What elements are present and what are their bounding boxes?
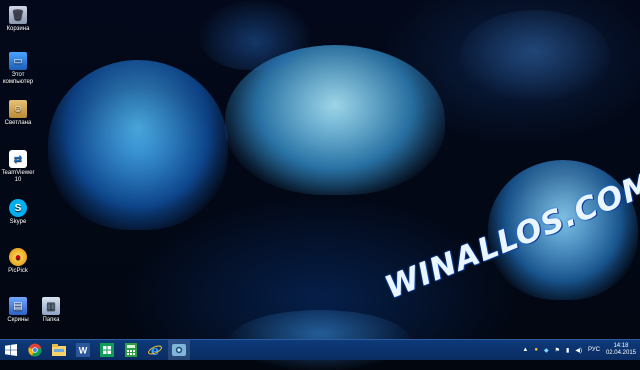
taskbar: W e ▲ ● ◆ ⚑ ▮ ◀) РУС 14:18 02.04.2015	[0, 339, 640, 360]
desktop-icon-this-pc[interactable]: ▭ Этот компьютер	[1, 52, 35, 86]
desktop-icon-label: PicPick	[8, 268, 28, 274]
desktop-icon-picpick[interactable]: ● PicPick	[1, 248, 35, 275]
network-icon[interactable]: ▮	[566, 347, 569, 354]
desktop-icon-svetlana[interactable]: ☺ Светлана	[1, 100, 35, 127]
folder-icon: ▥	[42, 297, 60, 315]
desktop-icon-label: Корзина	[6, 26, 30, 32]
picpick-icon: ●	[9, 248, 27, 266]
taskbar-calculator-button[interactable]	[120, 340, 142, 360]
recycle-bin-icon: 🗑	[9, 6, 27, 24]
store-icon	[100, 343, 114, 357]
taskbar-chrome-button[interactable]	[24, 340, 46, 360]
teamviewer-icon: ⇄	[9, 150, 27, 168]
volume-icon[interactable]: ◀)	[575, 347, 582, 354]
taskbar-screenshot-tool-button[interactable]	[168, 340, 190, 360]
desktop-icon-label: Светлана	[4, 120, 32, 126]
jellyfish-shape	[48, 60, 228, 230]
jellyfish-shape	[460, 10, 610, 100]
clock-date: 02.04.2015	[605, 350, 636, 356]
desktop-wallpaper	[0, 0, 640, 370]
taskbar-store-button[interactable]	[96, 340, 118, 360]
language-indicator[interactable]: РУС	[588, 347, 600, 353]
tray-app-icon[interactable]: ●	[534, 347, 538, 353]
jellyfish-shape	[200, 0, 310, 70]
skype-icon: S	[9, 199, 27, 217]
desktop-icon-teamviewer[interactable]: ⇄ TeamViewer 10	[1, 150, 35, 184]
calculator-icon	[125, 343, 137, 357]
desktop-icon-screenshots-folder[interactable]: ▤ Скрины	[1, 297, 35, 324]
taskbar-explorer-button[interactable]	[48, 340, 70, 360]
desktop-icon-folder[interactable]: ▥ Папка	[34, 297, 68, 324]
desktop-icon-skype[interactable]: S Skype	[1, 199, 35, 226]
tray-flag-icon[interactable]: ⚑	[555, 347, 560, 354]
desktop-icon-label: Skype	[9, 219, 27, 225]
start-button[interactable]	[0, 340, 22, 360]
ie-icon: e	[148, 344, 162, 357]
chrome-icon	[28, 343, 42, 357]
tray-app-icon[interactable]: ◆	[544, 347, 549, 354]
desktop-icon-label: Этот компьютер	[2, 72, 34, 85]
svg-text:W: W	[79, 346, 88, 356]
file-explorer-icon	[52, 344, 66, 356]
windows-logo-icon	[5, 344, 17, 356]
taskbar-word-button[interactable]: W	[72, 340, 94, 360]
desktop-icon-label: Папка	[42, 317, 60, 323]
desktop-icon-label: Скрины	[7, 317, 29, 323]
desktop-icon-label: TeamViewer 10	[1, 170, 35, 183]
word-icon: W	[76, 343, 90, 357]
tray-expand-icon[interactable]: ▲	[522, 347, 528, 353]
computer-icon: ▭	[9, 52, 27, 70]
folder-icon: ▤	[9, 297, 27, 315]
user-folder-icon: ☺	[9, 100, 27, 118]
clock[interactable]: 14:18 02.04.2015	[606, 343, 636, 357]
clock-time: 14:18	[613, 343, 629, 349]
taskbar-ie-button[interactable]: e	[144, 340, 166, 360]
screenshot-tool-icon	[172, 344, 186, 356]
desktop-icon-recycle-bin[interactable]: 🗑 Корзина	[1, 6, 35, 33]
system-tray: ▲ ● ◆ ⚑ ▮ ◀) РУС 14:18 02.04.2015	[519, 340, 640, 360]
